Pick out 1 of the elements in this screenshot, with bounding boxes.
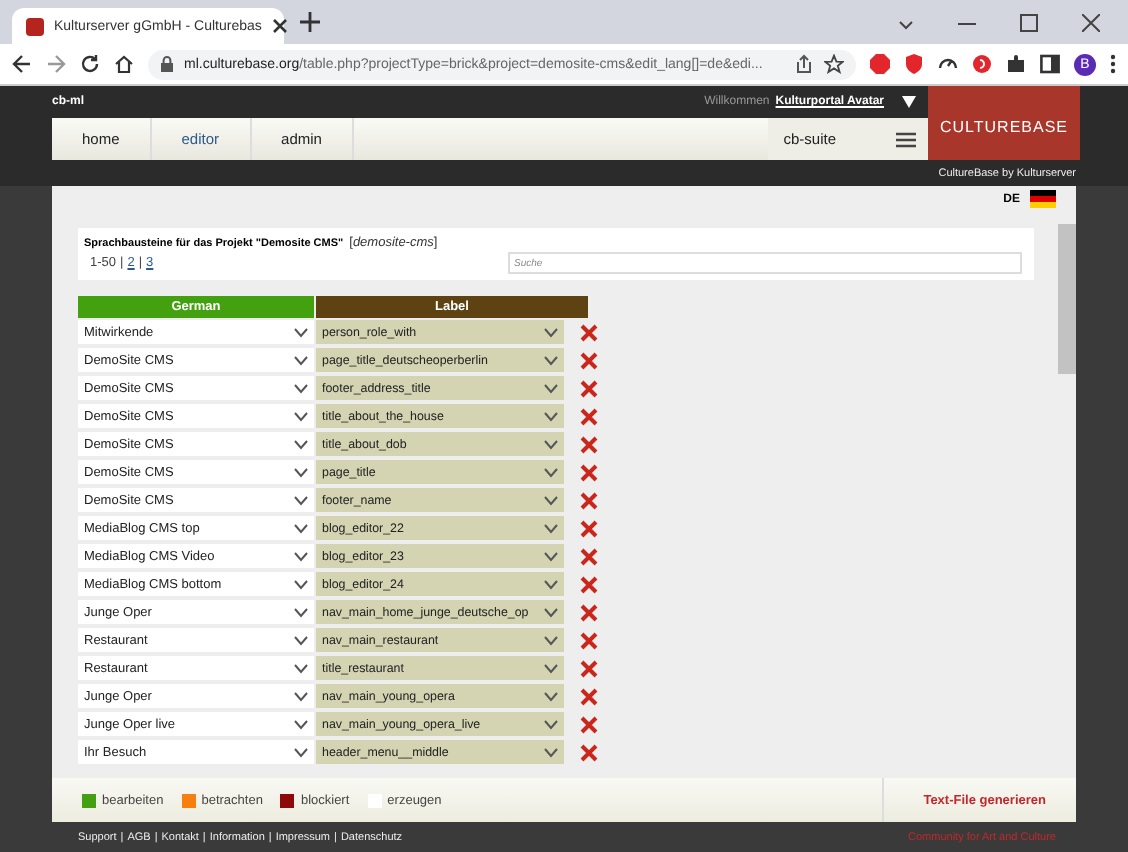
- logo[interactable]: CULTUREBASE: [928, 86, 1080, 166]
